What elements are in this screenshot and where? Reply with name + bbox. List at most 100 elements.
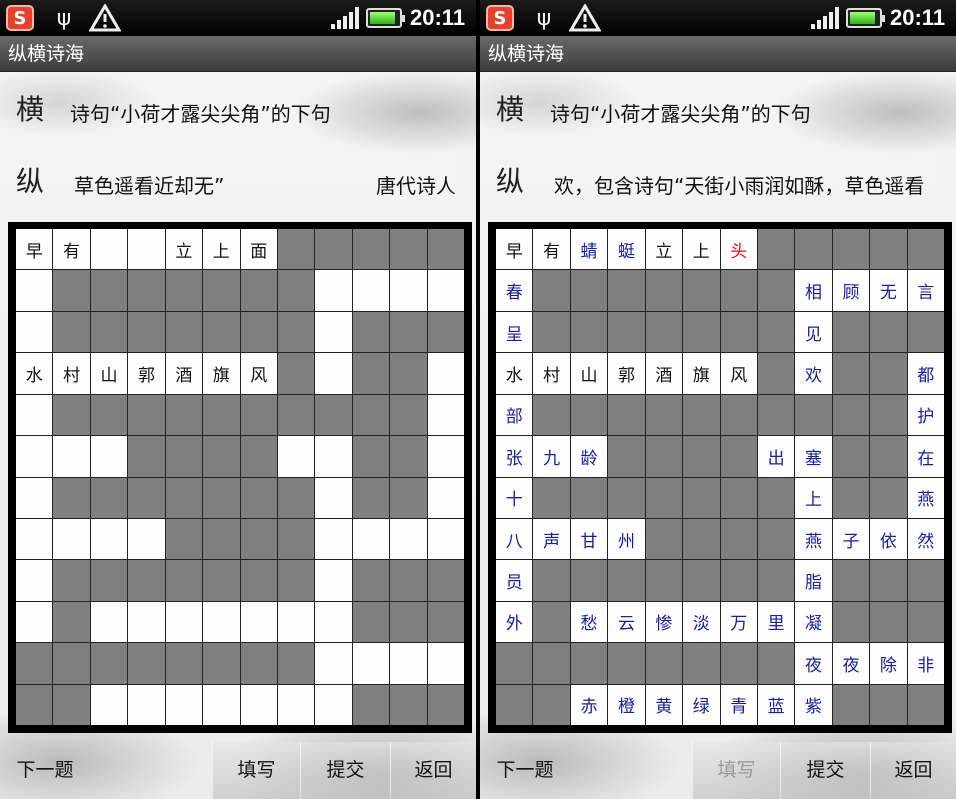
grid-cell[interactable]	[90, 601, 128, 643]
grid-cell[interactable]	[165, 684, 203, 725]
grid-cell[interactable]: 淡	[683, 601, 720, 643]
grid-cell[interactable]	[390, 518, 427, 560]
grid-cell[interactable]: 非	[907, 643, 944, 684]
grid-cell[interactable]: 燕	[907, 477, 944, 518]
grid-cell[interactable]: 郭	[128, 353, 165, 394]
grid-cell[interactable]: 山	[90, 353, 128, 394]
grid-cell[interactable]: 赤	[570, 684, 608, 725]
grid-cell[interactable]	[315, 436, 352, 477]
grid-cell[interactable]	[240, 684, 277, 725]
grid-cell[interactable]: 燕	[795, 518, 832, 560]
grid-cell[interactable]: 早	[16, 229, 53, 270]
fill-button[interactable]: 填写	[692, 742, 780, 799]
grid-cell[interactable]	[53, 518, 90, 560]
grid-cell[interactable]: 蓝	[757, 684, 795, 725]
grid-cell[interactable]: 春	[496, 270, 533, 311]
grid-cell[interactable]: 除	[870, 643, 907, 684]
grid-cell[interactable]	[203, 684, 240, 725]
grid-cell[interactable]: 水	[496, 353, 533, 394]
grid-cell[interactable]	[90, 229, 128, 270]
grid-cell[interactable]: 旗	[683, 353, 720, 394]
grid-cell[interactable]: 相	[795, 270, 832, 311]
grid-cell[interactable]: 青	[720, 684, 757, 725]
grid-cell[interactable]	[315, 270, 352, 311]
grid-cell[interactable]: 州	[608, 518, 645, 560]
grid-cell[interactable]	[90, 684, 128, 725]
grid-cell[interactable]: 立	[645, 229, 683, 270]
vertical-clue[interactable]: 纵 欢，包含诗句“天街小雨润如酥，草色遥看	[480, 156, 956, 206]
grid-cell[interactable]: 万	[720, 601, 757, 643]
grid-cell[interactable]	[16, 311, 53, 353]
grid-cell[interactable]: 蜓	[608, 229, 645, 270]
grid-cell[interactable]	[128, 601, 165, 643]
grid-cell[interactable]	[16, 560, 53, 601]
grid-cell[interactable]	[315, 684, 352, 725]
grid-cell[interactable]	[427, 436, 464, 477]
submit-button[interactable]: 提交	[780, 742, 870, 799]
grid-cell[interactable]: 上	[203, 229, 240, 270]
grid-cell[interactable]: 言	[907, 270, 944, 311]
grid-cell[interactable]: 凝	[795, 601, 832, 643]
horizontal-clue[interactable]: 横 诗句“小荷才露尖尖角”的下句	[480, 84, 956, 134]
grid-cell[interactable]: 欢	[795, 353, 832, 394]
vertical-clue[interactable]: 纵 草色遥看近却无” 唐代诗人	[0, 156, 476, 206]
grid-cell[interactable]	[352, 518, 390, 560]
grid-cell[interactable]: 酒	[645, 353, 683, 394]
grid-cell[interactable]	[16, 394, 53, 436]
grid-cell[interactable]: 护	[907, 394, 944, 436]
grid-cell[interactable]: 龄	[570, 436, 608, 477]
grid-cell[interactable]: 里	[757, 601, 795, 643]
grid-cell[interactable]	[315, 311, 352, 353]
grid-cell[interactable]: 蜻	[570, 229, 608, 270]
grid-cell[interactable]	[315, 601, 352, 643]
grid-cell[interactable]	[16, 477, 53, 518]
grid-cell[interactable]	[16, 518, 53, 560]
grid-cell[interactable]: 酒	[165, 353, 203, 394]
grid-cell[interactable]: 夜	[795, 643, 832, 684]
grid-cell[interactable]	[128, 518, 165, 560]
grid-cell[interactable]: 上	[683, 229, 720, 270]
grid-cell[interactable]: 甘	[570, 518, 608, 560]
submit-button[interactable]: 提交	[300, 742, 390, 799]
grid-cell[interactable]: 夜	[832, 643, 870, 684]
grid-cell[interactable]: 水	[16, 353, 53, 394]
grid-cell[interactable]	[203, 601, 240, 643]
grid-cell[interactable]	[427, 518, 464, 560]
horizontal-clue[interactable]: 横 诗句“小荷才露尖尖角”的下句	[0, 84, 476, 134]
grid-cell[interactable]: 都	[907, 353, 944, 394]
grid-cell[interactable]: 依	[870, 518, 907, 560]
grid-cell[interactable]: 绿	[683, 684, 720, 725]
grid-cell[interactable]	[16, 270, 53, 311]
grid-cell[interactable]	[90, 436, 128, 477]
grid-cell[interactable]: 郭	[608, 353, 645, 394]
grid-cell[interactable]: 张	[496, 436, 533, 477]
grid-cell[interactable]	[390, 643, 427, 684]
grid-cell[interactable]	[128, 229, 165, 270]
grid-cell[interactable]	[315, 353, 352, 394]
grid-cell[interactable]: 黄	[645, 684, 683, 725]
grid-cell[interactable]	[16, 436, 53, 477]
grid-cell[interactable]	[352, 270, 390, 311]
grid-cell[interactable]: 早	[496, 229, 533, 270]
back-button[interactable]: 返回	[390, 742, 476, 799]
next-question-button[interactable]: 下一题	[0, 742, 90, 799]
grid-cell[interactable]: 云	[608, 601, 645, 643]
grid-cell[interactable]: 员	[496, 560, 533, 601]
grid-cell[interactable]: 橙	[608, 684, 645, 725]
grid-cell[interactable]	[427, 353, 464, 394]
grid-cell[interactable]: 十	[496, 477, 533, 518]
grid-cell[interactable]: 有	[53, 229, 90, 270]
grid-cell[interactable]: 子	[832, 518, 870, 560]
grid-cell[interactable]	[390, 270, 427, 311]
grid-cell[interactable]: 面	[240, 229, 277, 270]
grid-cell[interactable]: 村	[533, 353, 570, 394]
grid-cell[interactable]	[352, 643, 390, 684]
grid-cell[interactable]: 风	[240, 353, 277, 394]
grid-cell[interactable]: 山	[570, 353, 608, 394]
grid-cell[interactable]: 九	[533, 436, 570, 477]
grid-cell[interactable]: 呈	[496, 311, 533, 353]
grid-cell[interactable]: 八	[496, 518, 533, 560]
grid-cell[interactable]	[427, 643, 464, 684]
grid-cell[interactable]	[165, 601, 203, 643]
grid-cell[interactable]	[277, 601, 315, 643]
